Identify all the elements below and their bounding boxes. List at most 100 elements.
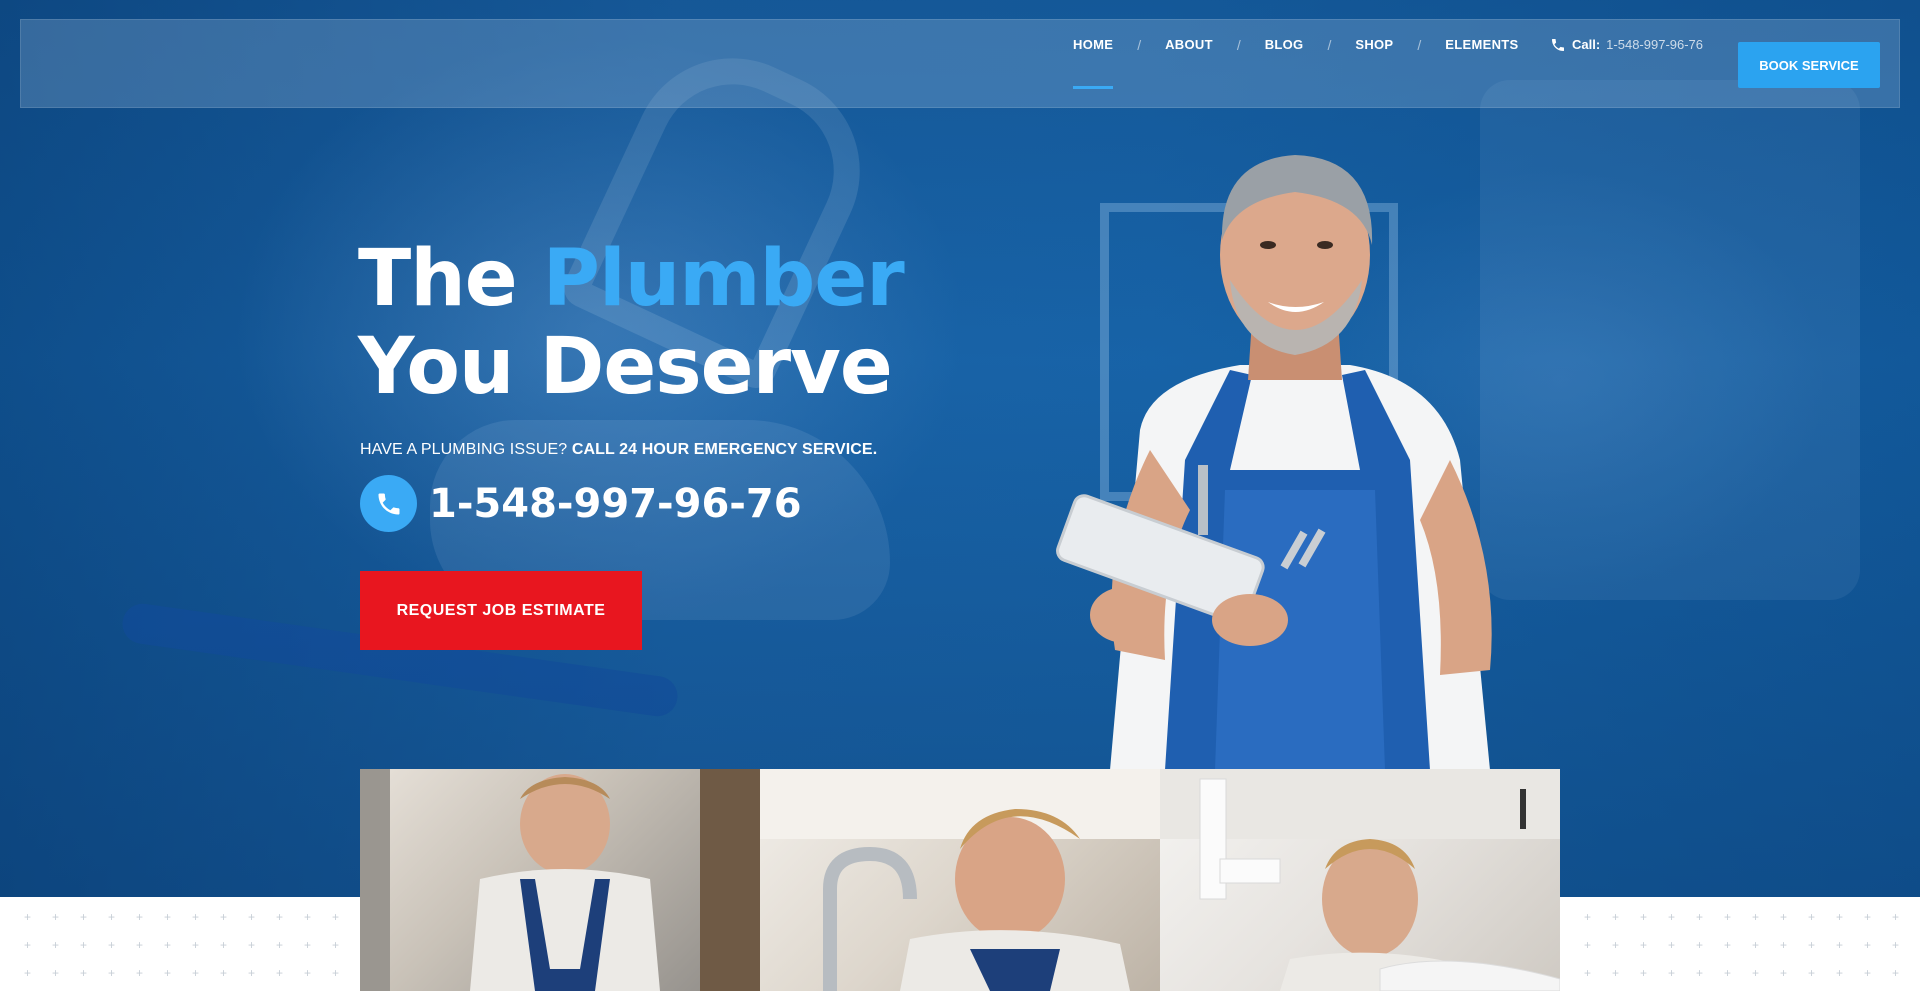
- plus-mark: +: [52, 911, 60, 924]
- plus-pattern-left: + + + + + + + + + + + + + + + + + + + + + + + + + + + + + + + + + + + +: [0, 911, 360, 991]
- book-service-button[interactable]: BOOK SERVICE: [1738, 42, 1880, 88]
- plus-mark: +: [1752, 911, 1760, 924]
- plus-mark: +: [1836, 966, 1844, 980]
- plus-mark: +: [332, 938, 340, 952]
- plus-mark: +: [1696, 938, 1704, 952]
- nav-phone-label: Call:: [1572, 37, 1601, 52]
- plus-mark: +: [220, 938, 228, 952]
- plus-mark: +: [1808, 911, 1816, 924]
- plus-mark: +: [1584, 938, 1592, 952]
- plus-mark: +: [1696, 911, 1704, 924]
- plus-mark: +: [1640, 966, 1648, 980]
- plumber-pipes-photo: [1160, 769, 1560, 991]
- plus-mark: +: [1612, 966, 1620, 980]
- plus-mark: +: [1584, 966, 1592, 980]
- plus-mark: +: [164, 966, 172, 980]
- plus-mark: +: [1752, 966, 1760, 980]
- plus-mark: +: [1724, 911, 1732, 924]
- plus-mark: +: [304, 911, 312, 924]
- plus-mark: +: [1668, 938, 1676, 952]
- plus-mark: +: [248, 938, 256, 952]
- plumber-faucet-photo: [760, 769, 1160, 991]
- plus-mark: +: [1892, 938, 1900, 952]
- plus-mark: +: [1864, 966, 1872, 980]
- nav-item-about[interactable]: ABOUT: [1165, 0, 1213, 89]
- plus-mark: +: [248, 966, 256, 980]
- plus-mark: +: [276, 911, 284, 924]
- hero-subtitle-plain: HAVE A PLUMBING ISSUE?: [360, 441, 572, 458]
- hero-title-line2: You Deserve: [358, 322, 893, 412]
- plus-mark: +: [1836, 911, 1844, 924]
- plus-mark: +: [136, 966, 144, 980]
- hero-title-plain: The: [358, 234, 543, 324]
- plus-mark: +: [192, 966, 200, 980]
- nav-phone-number[interactable]: 1-548-997-96-76: [1606, 37, 1703, 52]
- hero-subtitle: HAVE A PLUMBING ISSUE? CALL 24 HOUR EMER…: [360, 441, 877, 459]
- plus-mark: +: [332, 911, 340, 924]
- plus-mark: +: [1668, 966, 1676, 980]
- plus-mark: +: [1724, 966, 1732, 980]
- plus-mark: +: [136, 938, 144, 952]
- plus-mark: +: [164, 938, 172, 952]
- plus-mark: +: [1696, 966, 1704, 980]
- nav-separator: /: [1417, 36, 1422, 53]
- hero-section: The Plumber You Deserve HAVE A PLUMBING …: [0, 0, 1920, 897]
- plus-mark: +: [1836, 938, 1844, 952]
- plus-mark: +: [276, 966, 284, 980]
- nav-item-home[interactable]: HOME: [1073, 0, 1114, 89]
- main-nav: HOME / ABOUT / BLOG / SHOP / ELEMENTS: [1073, 0, 1518, 89]
- plus-mark: +: [108, 966, 116, 980]
- phone-icon: [360, 475, 417, 532]
- hero-phone-number[interactable]: 1-548-997-96-76: [429, 481, 802, 527]
- plus-mark: +: [1780, 938, 1788, 952]
- plus-mark: +: [164, 911, 172, 924]
- plus-mark: +: [108, 938, 116, 952]
- nav-phone[interactable]: Call: 1-548-997-96-76: [1550, 0, 1703, 89]
- plus-mark: +: [1612, 911, 1620, 924]
- service-photo-card[interactable]: [760, 769, 1160, 991]
- nav-separator: /: [1137, 36, 1142, 53]
- plus-mark: +: [136, 911, 144, 924]
- plus-mark: +: [1892, 966, 1900, 980]
- hero-phone[interactable]: 1-548-997-96-76: [360, 475, 802, 532]
- plus-mark: +: [24, 938, 32, 952]
- service-photo-card[interactable]: [360, 769, 760, 991]
- plus-mark: +: [1640, 938, 1648, 952]
- plus-mark: +: [1780, 911, 1788, 924]
- plus-mark: +: [1780, 966, 1788, 980]
- plus-mark: +: [304, 938, 312, 952]
- plus-mark: +: [332, 966, 340, 980]
- plus-mark: +: [1724, 938, 1732, 952]
- plus-mark: +: [80, 911, 88, 924]
- plumber-under-sink-photo: [360, 769, 760, 991]
- plus-mark: +: [192, 911, 200, 924]
- plus-pattern-right: + + + + + + + + + + + + + + + + + + + + + + + + + + + + + + + + + + + +: [1560, 911, 1920, 991]
- plus-mark: +: [220, 966, 228, 980]
- plus-mark: +: [1892, 911, 1900, 924]
- nav-separator: /: [1236, 36, 1241, 53]
- plus-mark: +: [1612, 938, 1620, 952]
- plus-mark: +: [1864, 911, 1872, 924]
- plus-mark: +: [80, 966, 88, 980]
- service-photo-card[interactable]: [1160, 769, 1560, 991]
- plus-mark: +: [24, 911, 32, 924]
- service-photo-cards: [360, 769, 1560, 991]
- nav-item-shop[interactable]: SHOP: [1355, 0, 1393, 89]
- plus-mark: +: [248, 911, 256, 924]
- nav-separator: /: [1327, 36, 1332, 53]
- nav-item-blog[interactable]: BLOG: [1265, 0, 1304, 89]
- plus-mark: +: [1752, 938, 1760, 952]
- plus-mark: +: [1640, 911, 1648, 924]
- phone-icon: [1552, 38, 1564, 51]
- plus-mark: +: [1584, 911, 1592, 924]
- hero-overlay: [0, 0, 1920, 897]
- nav-item-elements[interactable]: ELEMENTS: [1445, 0, 1518, 89]
- plumber-photo: [1056, 155, 1492, 770]
- plus-mark: +: [1864, 938, 1872, 952]
- plus-mark: +: [192, 938, 200, 952]
- request-estimate-button[interactable]: REQUEST JOB ESTIMATE: [360, 571, 642, 650]
- plus-mark: +: [24, 966, 32, 980]
- plus-mark: +: [108, 911, 116, 924]
- hero-title: The Plumber You Deserve: [358, 234, 905, 412]
- hero-title-accent: Plumber: [542, 234, 905, 324]
